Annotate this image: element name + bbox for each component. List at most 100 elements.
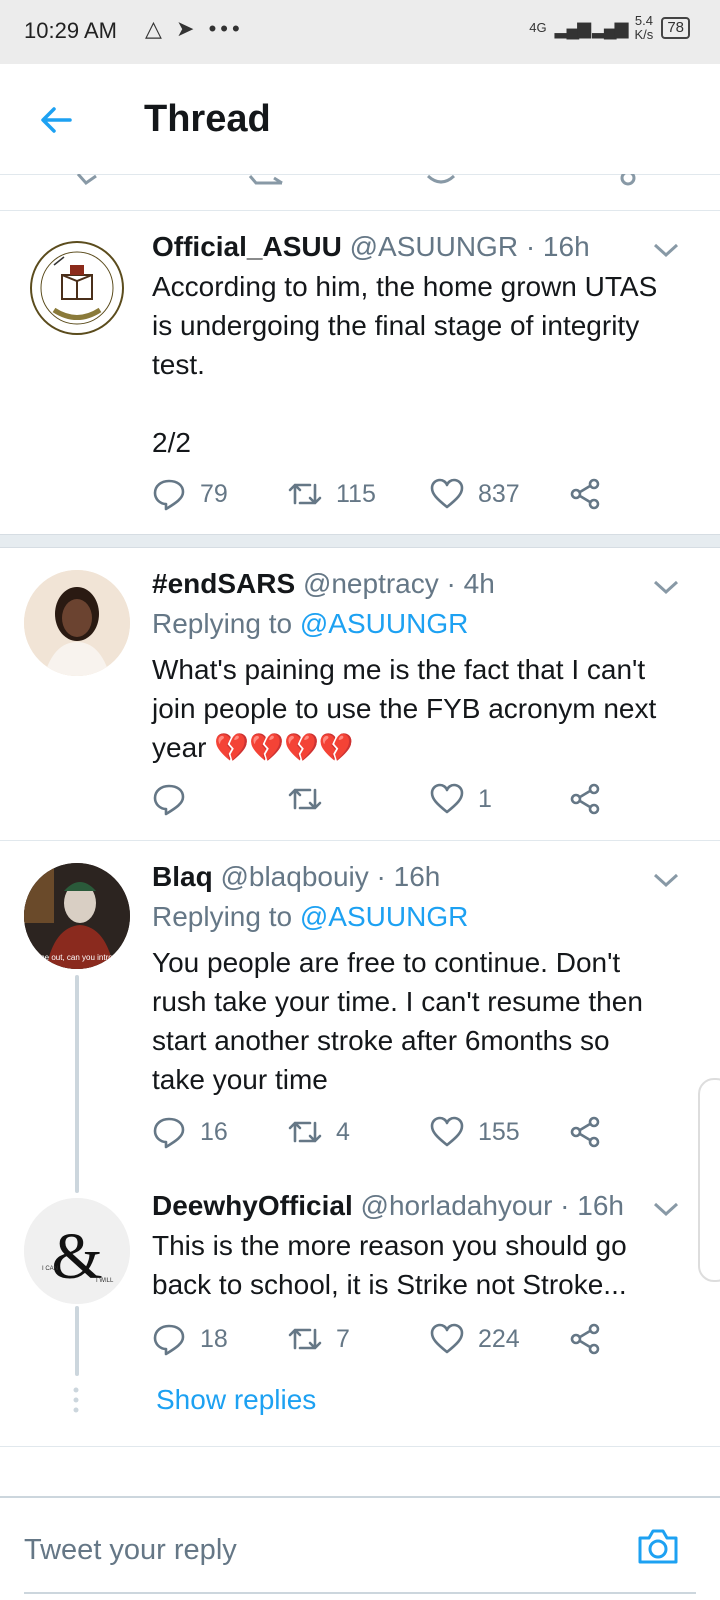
tweet-actions: 16 4 155 (152, 1115, 612, 1151)
previous-tweet-actions (0, 174, 720, 188)
tweet-line: take your time (152, 1064, 328, 1095)
tweet-actions: 1 (152, 782, 612, 818)
reply-button[interactable] (152, 782, 200, 816)
tweet-text: You people are free to continue. Don't r… (152, 943, 702, 1099)
share-icon (570, 783, 600, 815)
composer-underline (24, 1592, 696, 1594)
floating-panel-edge (698, 1078, 720, 1282)
network-type: 4G (529, 20, 547, 35)
chevron-down-icon[interactable] (652, 871, 680, 889)
reply-button[interactable]: 16 (152, 1115, 228, 1149)
replying-handle-link[interactable]: @ASUUNGR (300, 608, 468, 639)
author-name[interactable]: Official_ASUU (152, 231, 342, 262)
like-button[interactable]: 837 (430, 477, 520, 511)
tweet-text: According to him, the home grown UTAS is… (152, 267, 702, 462)
retweet-count: 115 (336, 479, 376, 508)
share-icon (570, 478, 600, 510)
tweet-text: What's paining me is the fact that I can… (152, 650, 702, 767)
like-button[interactable]: 155 (430, 1115, 520, 1149)
reply-button[interactable]: 79 (152, 477, 228, 511)
reply-count: 79 (200, 479, 228, 508)
tweet-actions: 79 115 837 (152, 477, 612, 513)
heart-icon (430, 783, 464, 814)
author-name[interactable]: Blaq (152, 861, 213, 892)
share-icon (570, 1323, 600, 1355)
show-replies-link[interactable]: Show replies (156, 1384, 316, 1416)
section-divider (0, 534, 720, 548)
reply-icon (153, 784, 185, 816)
replying-to: Replying to @ASUUNGR (152, 608, 468, 640)
author-name[interactable]: DeewhyOfficial (152, 1190, 353, 1221)
avatar-caption: me out, can you intro (38, 953, 113, 962)
retweet-button[interactable]: 4 (288, 1115, 350, 1149)
replying-label: Replying to (152, 608, 293, 639)
reply-count: 18 (200, 1324, 228, 1353)
chevron-down-icon[interactable] (652, 578, 680, 596)
share-button[interactable] (568, 1115, 602, 1149)
reply-icon (153, 1324, 185, 1356)
like-button[interactable]: 224 (430, 1322, 520, 1356)
chevron-down-icon[interactable] (652, 1200, 680, 1218)
tweet-horladahyour[interactable]: & I CAN I WILL DeewhyOfficial @horladahy… (0, 1186, 720, 1444)
back-arrow-icon[interactable] (36, 100, 76, 140)
avatar-blaqbouiy[interactable]: me out, can you intro (24, 863, 130, 969)
notification-icons: △ ➤ ••• (145, 16, 244, 41)
tweet-line: This is the more reason you should go (152, 1230, 627, 1261)
battery-icon: 78 (661, 17, 690, 39)
camera-icon[interactable] (636, 1526, 680, 1566)
like-count: 837 (478, 479, 520, 508)
reply-button[interactable]: 18 (152, 1322, 228, 1356)
svg-text:&: & (51, 1220, 102, 1293)
status-time: 10:29 AM (24, 18, 117, 43)
divider (0, 1446, 720, 1447)
replying-handle-link[interactable]: @ASUUNGR (300, 901, 468, 932)
retweet-icon (288, 483, 322, 505)
tweet-line: test. (152, 349, 205, 380)
retweet-count: 4 (336, 1117, 350, 1146)
avatar-asuu[interactable] (24, 235, 130, 341)
reply-input[interactable]: Tweet your reply (24, 1534, 237, 1567)
speed-value: 5.4 (634, 13, 653, 28)
tweet-asuu[interactable]: Official_ASUU @ASUUNGR · 16h According t… (0, 211, 720, 536)
share-button[interactable] (568, 477, 602, 511)
tweet-blaqbouiy[interactable]: me out, can you intro Blaq @blaqbouiy · … (0, 841, 720, 1193)
avatar-neptracy[interactable] (24, 570, 130, 676)
retweet-icon (288, 1328, 322, 1350)
signal-icon: ▂▄▆ ▂▄▆ (554, 17, 629, 38)
share-button[interactable] (568, 782, 602, 816)
reply-count: 16 (200, 1117, 228, 1146)
author-handle-time: @ASUUNGR · 16h (349, 231, 590, 262)
tweet-line: 2/2 (152, 427, 191, 458)
avatar-horladahyour[interactable]: & I CAN I WILL (24, 1198, 130, 1304)
heart-icon (430, 1323, 464, 1354)
retweet-button[interactable]: 115 (288, 477, 376, 511)
retweet-button[interactable] (288, 782, 336, 816)
share-button[interactable] (568, 1322, 602, 1356)
network-speed: 5.4 K/s (635, 14, 654, 42)
tweet-line: is undergoing the final stage of integri… (152, 310, 640, 341)
page-title: Thread (144, 98, 271, 140)
profile-photo (24, 570, 130, 676)
asuu-logo (30, 241, 124, 335)
retweet-icon (288, 1121, 322, 1143)
thread-line (75, 975, 79, 1193)
retweet-button[interactable]: 7 (288, 1322, 350, 1356)
tweet-neptracy[interactable]: #endSARS @neptracy · 4h Replying to @ASU… (0, 548, 720, 840)
like-button[interactable]: 1 (430, 782, 492, 816)
svg-text:I WILL: I WILL (96, 1278, 114, 1284)
share-icon (570, 1116, 600, 1148)
replying-to: Replying to @ASUUNGR (152, 901, 468, 933)
tweet-line: back to school, it is Strike not Stroke.… (152, 1269, 627, 1300)
retweet-count: 7 (336, 1324, 350, 1353)
tweet-line: rush take your time. I can't resume then (152, 986, 643, 1017)
svg-text:I CAN: I CAN (42, 1266, 58, 1272)
cut-off-action-icons (76, 174, 636, 186)
heart-icon (430, 1116, 464, 1147)
thread-dots (73, 1387, 79, 1413)
chevron-down-icon[interactable] (652, 241, 680, 259)
status-bar: 10:29 AM △ ➤ ••• 4G ▂▄▆ ▂▄▆ 5.4 K/s 78 (0, 0, 720, 64)
author-name[interactable]: #endSARS (152, 568, 295, 599)
author-handle-time: @neptracy · 4h (302, 568, 495, 599)
tweet-line: According to him, the home grown UTAS (152, 271, 658, 302)
